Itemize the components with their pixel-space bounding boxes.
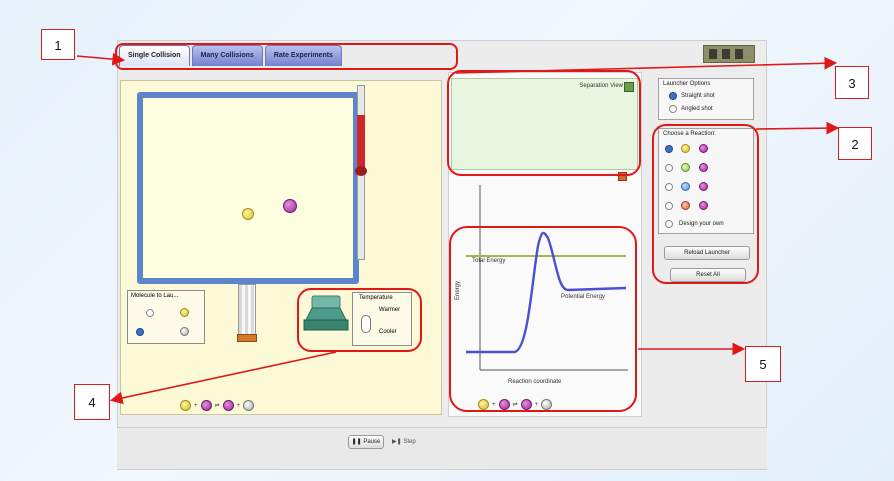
callout-5: 5 — [745, 346, 781, 382]
arrow-2 — [755, 121, 840, 135]
arrow-4 — [109, 351, 337, 405]
callout-1: 1 — [41, 29, 75, 60]
callout-2: 2 — [838, 127, 872, 160]
arrow-1 — [76, 52, 126, 66]
callout-4: 4 — [74, 384, 110, 420]
arrow-3 — [455, 56, 838, 74]
annotation-arrows — [76, 52, 840, 405]
callout-3: 3 — [835, 66, 869, 99]
